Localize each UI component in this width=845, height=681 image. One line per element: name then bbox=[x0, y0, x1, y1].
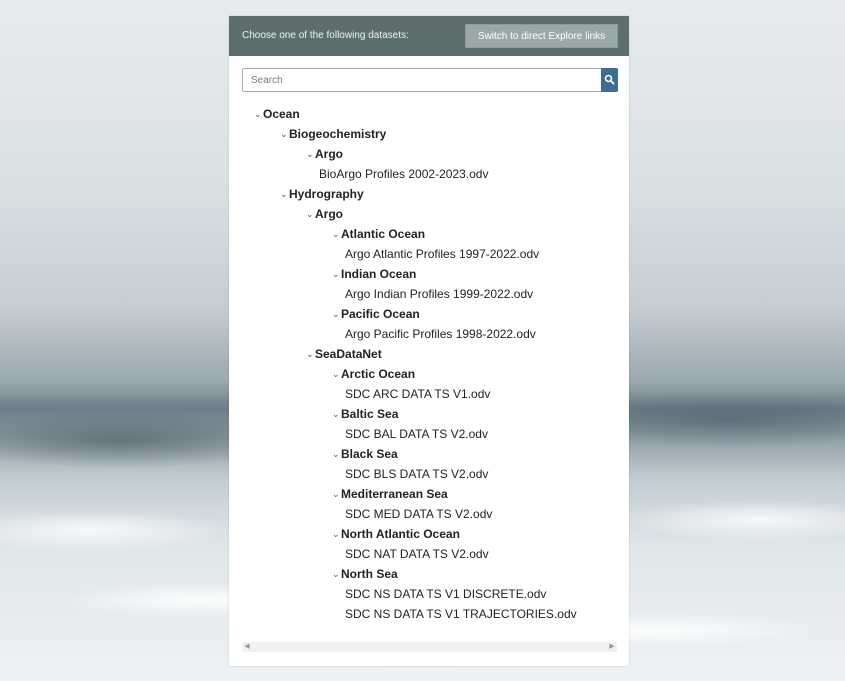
folder-label: Indian Ocean bbox=[341, 267, 417, 281]
tree-folder[interactable]: ⌄Black Sea bbox=[332, 444, 398, 464]
folder-label: Ocean bbox=[263, 107, 300, 121]
folder-label: Argo bbox=[315, 147, 343, 161]
tree-folder[interactable]: ⌄Argo bbox=[306, 204, 343, 224]
folder-label: Arctic Ocean bbox=[341, 367, 416, 381]
chevron-down-icon[interactable]: ⌄ bbox=[332, 524, 341, 544]
file-label: SDC NS DATA TS V1 TRAJECTORIES.odv bbox=[345, 607, 577, 621]
search-input[interactable] bbox=[242, 68, 602, 92]
tree-folder[interactable]: ⌄Pacific Ocean bbox=[332, 304, 420, 324]
tree-file[interactable]: SDC NS DATA TS V1 DISCRETE.odv bbox=[345, 584, 546, 604]
tree-folder[interactable]: ⌄Hydrography bbox=[280, 184, 364, 204]
tree-file[interactable]: SDC BAL DATA TS V2.odv bbox=[345, 424, 488, 444]
folder-label: North Atlantic Ocean bbox=[341, 527, 460, 541]
folder-label: SeaDataNet bbox=[315, 347, 382, 361]
folder-label: Atlantic Ocean bbox=[341, 227, 426, 241]
tree-folder[interactable]: ⌄Mediterranean Sea bbox=[332, 484, 448, 504]
folder-label: Argo bbox=[315, 207, 343, 221]
chevron-down-icon[interactable]: ⌄ bbox=[254, 104, 263, 124]
chevron-down-icon[interactable]: ⌄ bbox=[332, 364, 341, 384]
chevron-down-icon[interactable]: ⌄ bbox=[332, 404, 341, 424]
tree-file[interactable]: Argo Indian Profiles 1999-2022.odv bbox=[345, 284, 533, 304]
tree-folder[interactable]: ⌄Baltic Sea bbox=[332, 404, 398, 424]
chevron-down-icon[interactable]: ⌄ bbox=[332, 264, 341, 284]
switch-explore-links-button[interactable]: Switch to direct Explore links bbox=[465, 24, 618, 48]
file-label: SDC BLS DATA TS V2.odv bbox=[345, 467, 489, 481]
folder-label: Baltic Sea bbox=[341, 407, 399, 421]
file-label: Argo Pacific Profiles 1998-2022.odv bbox=[345, 327, 536, 341]
folder-label: Pacific Ocean bbox=[341, 307, 420, 321]
panel-header: Choose one of the following datasets: Sw… bbox=[229, 16, 629, 56]
file-label: SDC MED DATA TS V2.odv bbox=[345, 507, 493, 521]
tree-file[interactable]: SDC BLS DATA TS V2.odv bbox=[345, 464, 488, 484]
tree-folder[interactable]: ⌄Argo bbox=[306, 144, 343, 164]
tree-folder[interactable]: ⌄Indian Ocean bbox=[332, 264, 416, 284]
tree-file[interactable]: SDC ARC DATA TS V1.odv bbox=[345, 384, 490, 404]
folder-label: Mediterranean Sea bbox=[341, 487, 448, 501]
tree-file[interactable]: BioArgo Profiles 2002-2023.odv bbox=[319, 164, 488, 184]
tree-file[interactable]: SDC MED DATA TS V2.odv bbox=[345, 504, 492, 524]
chevron-down-icon[interactable]: ⌄ bbox=[306, 204, 315, 224]
file-label: SDC NAT DATA TS V2.odv bbox=[345, 547, 489, 561]
header-prompt: Choose one of the following datasets: bbox=[242, 30, 409, 41]
horizontal-scrollbar[interactable]: ◀ ▶ bbox=[242, 642, 617, 652]
folder-label: Biogeochemistry bbox=[289, 127, 387, 141]
tree-folder[interactable]: ⌄Atlantic Ocean bbox=[332, 224, 425, 244]
tree-folder[interactable]: ⌄Biogeochemistry bbox=[280, 124, 386, 144]
chevron-down-icon[interactable]: ⌄ bbox=[332, 564, 341, 584]
chevron-down-icon[interactable]: ⌄ bbox=[306, 144, 315, 164]
tree-folder[interactable]: ⌄Arctic Ocean bbox=[332, 364, 415, 384]
file-label: Argo Indian Profiles 1999-2022.odv bbox=[345, 287, 534, 301]
file-label: Argo Atlantic Profiles 1997-2022.odv bbox=[345, 247, 540, 261]
search-button[interactable] bbox=[601, 68, 618, 92]
tree-folder[interactable]: ⌄SeaDataNet bbox=[306, 344, 382, 364]
dataset-chooser-panel: Choose one of the following datasets: Sw… bbox=[229, 16, 629, 666]
chevron-down-icon[interactable]: ⌄ bbox=[332, 224, 341, 244]
chevron-down-icon[interactable]: ⌄ bbox=[280, 184, 289, 204]
search-bar bbox=[242, 68, 618, 92]
folder-label: North Sea bbox=[341, 567, 398, 581]
scroll-right-icon[interactable]: ▶ bbox=[607, 642, 617, 652]
tree-file[interactable]: SDC NAT DATA TS V2.odv bbox=[345, 544, 489, 564]
tree-folder[interactable]: ⌄North Atlantic Ocean bbox=[332, 524, 460, 544]
scroll-left-icon[interactable]: ◀ bbox=[242, 642, 252, 652]
folder-label: Black Sea bbox=[341, 447, 398, 461]
tree-folder[interactable]: ⌄North Sea bbox=[332, 564, 398, 584]
file-label: SDC NS DATA TS V1 DISCRETE.odv bbox=[345, 587, 547, 601]
tree-file[interactable]: SDC NS DATA TS V1 TRAJECTORIES.odv bbox=[345, 604, 577, 624]
file-label: SDC BAL DATA TS V2.odv bbox=[345, 427, 488, 441]
tree-file[interactable]: Argo Atlantic Profiles 1997-2022.odv bbox=[345, 244, 539, 264]
chevron-down-icon[interactable]: ⌄ bbox=[280, 124, 289, 144]
chevron-down-icon[interactable]: ⌄ bbox=[306, 344, 315, 364]
tree-file[interactable]: Argo Pacific Profiles 1998-2022.odv bbox=[345, 324, 536, 344]
file-label: SDC ARC DATA TS V1.odv bbox=[345, 387, 491, 401]
file-label: BioArgo Profiles 2002-2023.odv bbox=[319, 167, 489, 181]
chevron-down-icon[interactable]: ⌄ bbox=[332, 484, 341, 504]
chevron-down-icon[interactable]: ⌄ bbox=[332, 444, 341, 464]
search-icon bbox=[604, 74, 615, 85]
chevron-down-icon[interactable]: ⌄ bbox=[332, 304, 341, 324]
tree-folder[interactable]: ⌄Ocean bbox=[254, 104, 300, 124]
folder-label: Hydrography bbox=[289, 187, 364, 201]
